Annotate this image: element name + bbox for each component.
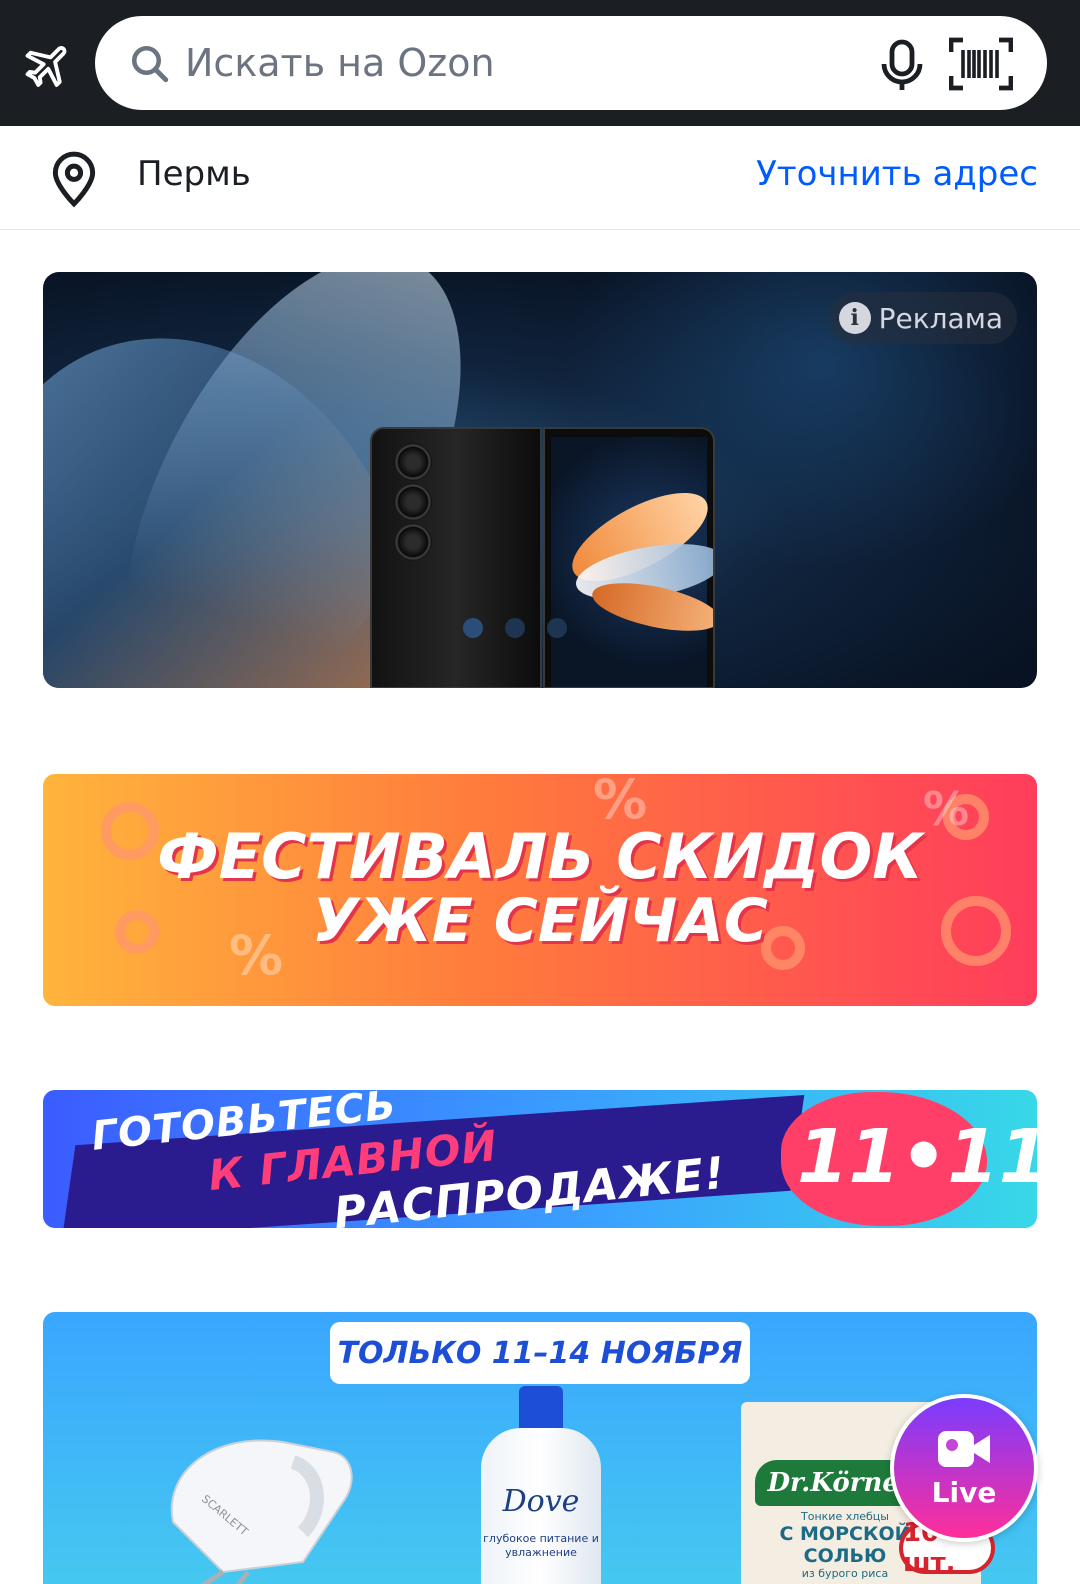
plane-icon[interactable] [22,38,76,92]
carousel-dots [463,618,567,638]
camera-lens [394,443,432,481]
microphone-icon[interactable] [877,38,927,94]
address-bar: Пермь Уточнить адрес [0,126,1080,230]
phone-wallpaper [551,437,713,687]
banner-headline: ФЕСТИВАЛЬ СКИДОК [157,820,923,893]
info-icon: i [838,302,871,334]
products-promo-banner[interactable]: ТОЛЬКО 11–14 НОЯБРЯ SCARLETT Dove глубок… [43,1312,1037,1584]
video-camera-icon [938,1430,990,1467]
carousel-dot[interactable] [463,618,483,638]
location-pin-icon[interactable] [48,150,100,208]
search-box[interactable] [95,16,1047,110]
live-label: Live [931,1475,997,1509]
promo-date-text: ТОЛЬКО 11–14 НОЯБРЯ [337,1335,743,1371]
promo-date-pill: ТОЛЬКО 11–14 НОЯБРЯ [330,1322,750,1384]
dove-subtitle: глубокое питание и увлажнение [483,1532,599,1559]
top-bar [0,0,1080,126]
banner-subheadline: УЖЕ СЕЙЧАС [312,886,768,956]
discount-festival-banner[interactable]: % % % ФЕСТИВАЛЬ СКИДОК УЖЕ СЕЙЧАС [43,774,1037,1006]
ad-label: Реклама [878,301,1003,335]
clarify-address-link[interactable]: Уточнить адрес [756,154,1038,194]
carousel-dot[interactable] [505,618,525,638]
barcode-icon[interactable] [949,36,1013,92]
ad-banner-phone[interactable]: i Реклама [43,272,1037,688]
live-button[interactable]: Live [890,1394,1038,1542]
camera-lens [394,523,432,561]
hand-mixer-image: SCARLETT [170,1439,353,1584]
search-icon [131,45,169,83]
ad-label-badge[interactable]: i Реклама [828,292,1017,344]
search-input[interactable] [185,26,745,100]
phone-screen-image [543,427,715,688]
dove-gel-image: Dove глубокое питание и увлажнение [471,1382,611,1584]
sale-date-badge: 11•11 [797,1114,1037,1200]
phone-back-image [370,427,542,688]
city-name[interactable]: Пермь [137,154,251,194]
sale-1111-banner[interactable]: ГОТОВЬТЕСЬ К ГЛАВНОЙ РАСПРОДАЖЕ! 11•11 [43,1090,1037,1228]
carousel-dot[interactable] [547,618,567,638]
dove-brand: Dove [502,1484,580,1519]
camera-lens [394,483,432,521]
